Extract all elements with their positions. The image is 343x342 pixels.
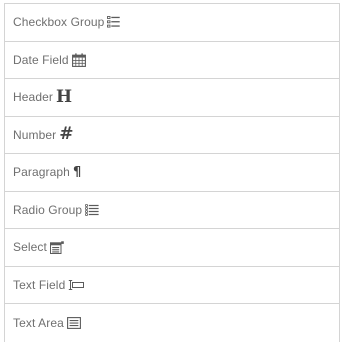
select-icon	[49, 241, 64, 254]
field-item-paragraph[interactable]: Paragraph ¶	[5, 154, 339, 192]
radio-group-icon	[85, 203, 99, 216]
text-field-icon	[68, 279, 85, 290]
field-item-date-field[interactable]: Date Field	[5, 42, 339, 79]
field-label: Number	[13, 127, 57, 142]
text-area-icon	[66, 316, 81, 329]
calendar-icon	[71, 53, 86, 67]
field-label: Header	[13, 90, 53, 105]
field-label: Radio Group	[13, 202, 83, 217]
field-label: Text Field	[13, 277, 66, 292]
field-item-text-area[interactable]: Text Area	[5, 304, 339, 342]
checkbox-group-icon	[107, 16, 121, 28]
paragraph-icon: ¶	[72, 164, 82, 180]
field-label: Select	[13, 240, 47, 255]
field-item-header[interactable]: Header H	[5, 79, 339, 117]
field-item-number[interactable]: Number #	[5, 117, 339, 154]
field-label: Checkbox Group	[13, 15, 105, 30]
field-item-text-field[interactable]: Text Field	[5, 267, 339, 304]
form-field-list: Checkbox Group Date Field Header H Numbe…	[4, 3, 340, 342]
field-label: Paragraph	[13, 165, 70, 180]
field-item-checkbox-group[interactable]: Checkbox Group	[5, 4, 339, 42]
field-item-select[interactable]: Select	[5, 229, 339, 267]
header-icon: H	[55, 86, 73, 107]
field-label: Text Area	[13, 315, 64, 330]
number-icon: #	[59, 124, 74, 145]
field-item-radio-group[interactable]: Radio Group	[5, 192, 339, 229]
field-label: Date Field	[13, 52, 69, 67]
